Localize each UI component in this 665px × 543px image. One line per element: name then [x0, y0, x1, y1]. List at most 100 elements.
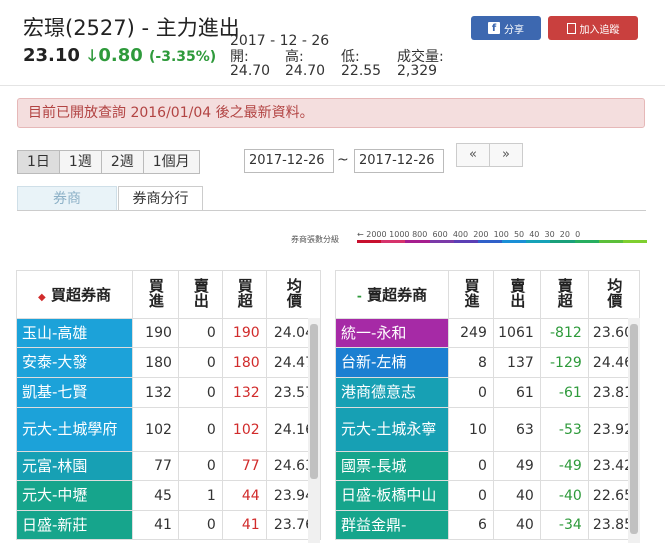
range-1week-button[interactable]: 1週: [58, 150, 102, 174]
date-from-input[interactable]: 2017-12-26: [244, 149, 334, 173]
quote-date: 2017 - 12 - 26: [230, 33, 330, 49]
broker-name[interactable]: 元大-土城學府: [16, 407, 133, 452]
broker-name[interactable]: 群益金鼎-: [334, 510, 450, 540]
info-alert: 目前已開放查詢 2016/01/04 後之最新資料。: [17, 98, 645, 128]
col-sell[interactable]: 賣出: [177, 270, 223, 319]
col-buy[interactable]: 買進: [131, 270, 179, 319]
table-row[interactable]: 元富-林園 77 0 77 24.63: [16, 451, 322, 481]
range-1month-button[interactable]: 1個月: [142, 150, 200, 174]
sell-volume: 49: [492, 451, 541, 481]
table-row[interactable]: 台新-左楠 8 137 -129 24.46: [334, 347, 641, 378]
broker-name[interactable]: 元大-中壢: [16, 480, 133, 511]
table-row[interactable]: 國票-長城 0 49 -49 23.42: [334, 451, 641, 481]
prev-button[interactable]: «: [456, 143, 490, 167]
legend-color-swatch: [550, 240, 575, 243]
table-row[interactable]: 港商德意志 0 61 -61 23.81: [334, 377, 641, 408]
legend-color-swatch: [622, 240, 648, 243]
volume-value: 2,329: [397, 63, 438, 79]
col-sell[interactable]: 賣出: [492, 270, 541, 319]
sell-table-scrollbar[interactable]: [628, 318, 640, 543]
range-selector: 1日 1週 2週 1個月: [17, 150, 200, 174]
broker-name[interactable]: 玉山-高雄: [16, 318, 133, 348]
tab-broker-branch[interactable]: 券商分行: [118, 186, 203, 211]
buy-volume: 0: [448, 377, 494, 408]
broker-name[interactable]: 元富-林園: [16, 451, 133, 481]
sell-volume: 63: [492, 407, 541, 452]
tab-broker[interactable]: 券商: [17, 186, 117, 210]
buy-volume: 132: [131, 377, 179, 408]
share-label: 分享: [504, 24, 524, 36]
table-row[interactable]: 元大-土城永寧 10 63 -53 23.92: [334, 407, 641, 452]
sell-broker-table: - 賣超券商 買進 賣出 賣超 均價 統一-永和 249 1061 -812 23.60…: [334, 270, 641, 540]
buy-table-scrollbar[interactable]: [308, 318, 320, 543]
legend-color-swatch: [574, 240, 599, 243]
col-net[interactable]: 賣超: [539, 270, 589, 319]
legend-color-swatch: [381, 240, 406, 243]
broker-name[interactable]: 港商德意志: [334, 377, 450, 408]
table-row[interactable]: 元大-土城學府 102 0 102 24.16: [16, 407, 322, 452]
legend-values: ← 2000 1000 800 600 400 200 100 50 40 30…: [357, 230, 581, 239]
table-row[interactable]: 群益金鼎- 6 40 -34 23.85: [334, 510, 641, 540]
col-net[interactable]: 買超: [221, 270, 267, 319]
table-row[interactable]: 安泰-大發 180 0 180 24.47: [16, 347, 322, 378]
broker-name[interactable]: 國票-長城: [334, 451, 450, 481]
broker-name[interactable]: 凱基-七賢: [16, 377, 133, 408]
broker-name[interactable]: 統一-永和: [334, 318, 450, 348]
sell-volume: 0: [177, 318, 223, 348]
low-value: 22.55: [341, 63, 382, 79]
bookmark-icon: [566, 22, 576, 34]
legend-color-swatch: [453, 240, 478, 243]
sell-volume: 0: [177, 451, 223, 481]
scroll-thumb[interactable]: [310, 324, 318, 479]
col-avg[interactable]: 均價: [587, 270, 641, 319]
range-2week-button[interactable]: 2週: [100, 150, 144, 174]
broker-name[interactable]: 安泰-大發: [16, 347, 133, 378]
broker-name[interactable]: 元大-土城永寧: [334, 407, 450, 452]
net-volume: 132: [221, 377, 267, 408]
share-button[interactable]: f 分享: [471, 16, 541, 40]
legend-color-swatch: [477, 240, 503, 243]
col-avg[interactable]: 均價: [265, 270, 322, 319]
sell-volume: 0: [177, 407, 223, 452]
net-volume: 190: [221, 318, 267, 348]
down-arrow-icon: 🡓: [88, 46, 97, 65]
sell-volume: 0: [177, 377, 223, 408]
table-row[interactable]: 統一-永和 249 1061 -812 23.60: [334, 318, 641, 348]
broker-name[interactable]: 日盛-板橋中山: [334, 480, 450, 511]
broker-name[interactable]: 台新-左楠: [334, 347, 450, 378]
date-to-input[interactable]: 2017-12-26: [354, 149, 444, 173]
net-volume: -53: [539, 407, 589, 452]
buy-volume: 41: [131, 510, 179, 540]
follow-button[interactable]: 加入追蹤: [548, 16, 638, 40]
legend-color-swatch: [357, 240, 382, 243]
buy-volume: 10: [448, 407, 494, 452]
legend-color-swatch: [502, 240, 527, 243]
sell-volume: 0: [177, 347, 223, 378]
col-buy[interactable]: 買進: [448, 270, 494, 319]
scroll-thumb[interactable]: [630, 324, 638, 534]
buy-table-title: ◆ 買超券商: [16, 270, 133, 319]
sell-volume: 0: [177, 510, 223, 540]
table-row[interactable]: 日盛-新莊 41 0 41 23.76: [16, 510, 322, 540]
buy-volume: 249: [448, 318, 494, 348]
facebook-icon: f: [488, 22, 500, 34]
table-row[interactable]: 日盛-板橋中山 0 40 -40 22.65: [334, 480, 641, 511]
table-header-row: - 賣超券商 買進 賣出 賣超 均價: [334, 270, 641, 319]
legend-color-swatch: [598, 240, 623, 243]
next-button[interactable]: »: [489, 143, 523, 167]
table-header-row: ◆ 買超券商 買進 賣出 買超 均價: [16, 270, 322, 319]
sell-volume: 1061: [492, 318, 541, 348]
minus-icon: -: [356, 289, 362, 303]
net-volume: -49: [539, 451, 589, 481]
legend-color-swatch: [405, 240, 430, 243]
net-volume: -812: [539, 318, 589, 348]
table-row[interactable]: 凱基-七賢 132 0 132 23.57: [16, 377, 322, 408]
broker-name[interactable]: 日盛-新莊: [16, 510, 133, 540]
buy-volume: 0: [448, 451, 494, 481]
legend-color-bar: [357, 240, 648, 243]
table-row[interactable]: 元大-中壢 45 1 44 23.94: [16, 480, 322, 511]
table-row[interactable]: 玉山-高雄 190 0 190 24.04: [16, 318, 322, 348]
diamond-icon: ◆: [38, 292, 46, 303]
range-1day-button[interactable]: 1日: [17, 150, 60, 174]
sell-table-title: - 賣超券商: [334, 270, 450, 319]
